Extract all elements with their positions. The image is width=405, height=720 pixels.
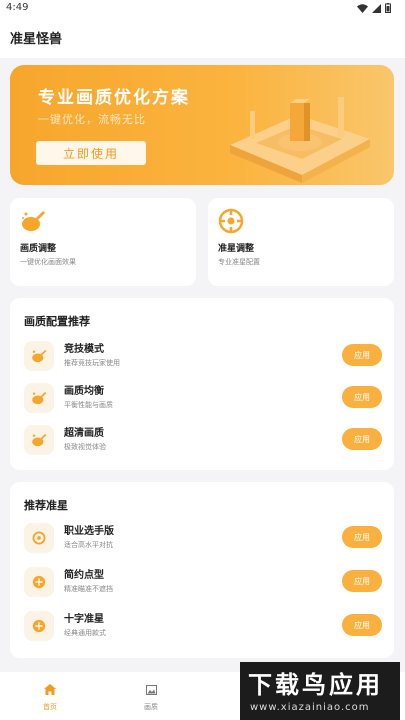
apply-button[interactable]: 应用 xyxy=(342,570,382,592)
app-bar: 准星怪兽 xyxy=(0,18,405,58)
platform-illustration xyxy=(230,97,370,183)
apply-button[interactable]: 应用 xyxy=(342,428,382,450)
item-title: 画质均衡 xyxy=(64,386,104,397)
quality-adjust-desc: 一键优化画面效果 xyxy=(20,258,76,266)
wifi-icon xyxy=(357,3,368,13)
app-title: 准星怪兽 xyxy=(10,32,63,47)
item-title: 十字准星 xyxy=(64,614,104,625)
watermark: 下载鸟应用 www.xiazainiao.com xyxy=(240,662,400,720)
image-icon xyxy=(145,685,157,695)
crosshair-adjust-desc: 专业准星配置 xyxy=(218,258,260,266)
promo-banner: 专业画质优化方案 一键优化，流畅无比 立即使用 xyxy=(10,65,394,185)
paint-brush-icon xyxy=(22,211,45,231)
paint-brush-icon xyxy=(24,425,54,455)
item-desc: 精准瞄准不遮挡 xyxy=(64,585,113,593)
apply-button[interactable]: 应用 xyxy=(342,614,382,636)
list-item: 十字准星 经典通用款式 应用 xyxy=(24,608,382,646)
item-title: 超清画质 xyxy=(64,428,104,439)
home-icon xyxy=(44,684,56,695)
list-item: 竞技模式 推荐竞技玩家使用 应用 xyxy=(24,338,382,376)
signal-icon xyxy=(372,3,381,13)
status-icons xyxy=(357,3,391,13)
paint-brush-icon xyxy=(24,383,54,413)
item-desc: 经典通用款式 xyxy=(64,629,106,637)
status-bar: 4:49 xyxy=(0,0,405,18)
watermark-url: www.xiazainiao.com xyxy=(250,702,370,713)
plus-icon xyxy=(24,611,54,641)
quality-presets-section: 画质配置推荐 竞技模式 推荐竞技玩家使用 应用 画质均衡 平衡性能与画质 应用 … xyxy=(10,298,394,470)
item-title: 职业选手版 xyxy=(64,526,114,537)
use-now-button[interactable]: 立即使用 xyxy=(36,141,146,165)
quality-adjust-card[interactable]: 画质调整 一键优化画面效果 xyxy=(10,198,196,286)
item-title: 简约点型 xyxy=(64,570,104,581)
item-desc: 平衡性能与画质 xyxy=(64,401,113,409)
banner-subtitle: 一键优化，流畅无比 xyxy=(38,113,146,126)
tab-quality[interactable]: 画质 xyxy=(121,680,181,716)
banner-title: 专业画质优化方案 xyxy=(38,88,190,108)
dot-icon xyxy=(24,567,54,597)
list-item: 超清画质 极致视觉体验 应用 xyxy=(24,422,382,460)
tab-home[interactable]: 首页 xyxy=(20,680,80,716)
section-title: 画质配置推荐 xyxy=(24,315,90,328)
crosshair-presets-section: 推荐准星 职业选手版 适合高水平对抗 应用 简约点型 精准瞄准不遮挡 应用 十字… xyxy=(10,482,394,658)
list-item: 职业选手版 适合高水平对抗 应用 xyxy=(24,520,382,558)
paint-brush-icon xyxy=(24,341,54,371)
crosshair-icon xyxy=(218,208,244,234)
apply-button[interactable]: 应用 xyxy=(342,386,382,408)
item-title: 竞技模式 xyxy=(64,344,104,355)
tab-home-label: 首页 xyxy=(43,703,57,711)
crosshair-adjust-title: 准星调整 xyxy=(218,244,255,254)
crosshair-adjust-card[interactable]: 准星调整 专业准星配置 xyxy=(208,198,394,286)
list-item: 画质均衡 平衡性能与画质 应用 xyxy=(24,380,382,418)
apply-button[interactable]: 应用 xyxy=(342,526,382,548)
battery-icon xyxy=(385,3,391,13)
section-title: 推荐准星 xyxy=(24,499,68,512)
item-desc: 极致视觉体验 xyxy=(64,443,106,451)
watermark-title: 下载鸟应用 xyxy=(248,671,383,699)
crosshair-icon xyxy=(24,523,54,553)
item-desc: 推荐竞技玩家使用 xyxy=(64,359,120,367)
apply-button[interactable]: 应用 xyxy=(342,344,382,366)
list-item: 简约点型 精准瞄准不遮挡 应用 xyxy=(24,564,382,602)
tab-quality-label: 画质 xyxy=(144,703,158,711)
quality-adjust-title: 画质调整 xyxy=(20,244,57,254)
status-time: 4:49 xyxy=(6,2,29,13)
item-desc: 适合高水平对抗 xyxy=(64,541,113,549)
